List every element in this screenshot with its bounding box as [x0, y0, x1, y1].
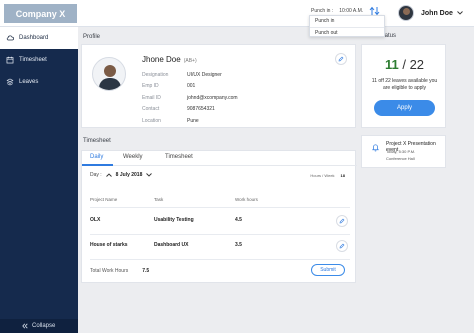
field-value: Pune — [187, 117, 199, 124]
leave-status-card: 11 / 22 11 off 22 leaves available you a… — [361, 44, 446, 128]
chevron-down-icon[interactable] — [146, 173, 153, 177]
pencil-icon — [339, 243, 345, 249]
profile-card: Jhone Doe (AB+) Designation UI/UX Designe… — [81, 44, 356, 128]
cell-task: Usability Testing — [154, 217, 194, 223]
date-selector: Day : 8 July 2018 — [90, 172, 153, 178]
divider — [90, 207, 350, 208]
cell-task: Dashboard UX — [154, 242, 189, 248]
collapse-button[interactable]: Collapse — [0, 319, 78, 333]
chevron-down-icon — [457, 11, 463, 15]
punch-status[interactable]: Punch in : 10:00 A.M. — [311, 8, 363, 14]
column-header: Task — [154, 197, 164, 202]
timesheet-tabs: Daily Weekly Timesheet — [82, 151, 357, 166]
field-value: 001 — [187, 83, 196, 90]
punch-out-option[interactable]: Punch out — [310, 27, 384, 38]
field-label: Emp ID — [142, 83, 159, 90]
top-bar: Company X Punch in : 10:00 A.M. John Doe — [0, 0, 474, 27]
field-value: 9087654321 — [187, 106, 215, 113]
leave-eligibility-text: 11 off 22 leaves available you are eligi… — [371, 78, 438, 91]
sidebar-item-leaves[interactable]: Leaves — [0, 71, 78, 93]
calendar-icon — [6, 56, 14, 64]
collapse-label: Collapse — [32, 323, 56, 329]
punch-time: 10:00 A.M. — [339, 8, 364, 14]
punch-dropdown: Punch in Punch out — [309, 15, 385, 37]
profile-avatar — [92, 57, 126, 91]
field-label: Email ID — [142, 94, 161, 101]
event-time: Today, 5:30 P.M. — [386, 149, 416, 154]
bell-icon — [372, 144, 379, 152]
user-menu[interactable]: John Doe — [398, 5, 463, 21]
total-work-hours: Total Work Hours 7.5 — [90, 268, 149, 274]
edit-row-button[interactable] — [336, 215, 348, 227]
field-label: Contact — [142, 106, 160, 113]
field-label: Location — [142, 117, 161, 124]
column-header: Work hours — [235, 197, 258, 202]
sidebar-item-dashboard[interactable]: Dashboard — [0, 27, 78, 49]
leave-count: 11 / 22 — [384, 57, 425, 72]
field-value: johnd@xcompany.com — [187, 94, 238, 101]
table-row: OLX Usability Testing 4.5 — [90, 210, 350, 232]
profile-row-designation: Designation UI/UX Designer — [142, 69, 238, 81]
apply-leave-button[interactable]: Apply — [374, 100, 435, 116]
avatar — [398, 5, 414, 21]
leaves-available: 11 — [384, 57, 399, 72]
user-name: John Doe — [421, 9, 453, 17]
sidebar-item-label: Leaves — [19, 79, 39, 85]
table-row: House of starks Dashboard UX 3.5 — [90, 235, 350, 257]
field-value: UI/UX Designer — [187, 71, 222, 78]
total-value: 7.5 — [142, 268, 150, 274]
leaves-icon — [6, 78, 14, 86]
profile-row-location: Location Pune — [142, 115, 238, 127]
column-header: Project Name — [90, 197, 118, 202]
profile-row-emp-id: Emp ID 001 — [142, 81, 238, 93]
punch-in-option[interactable]: Punch in — [310, 16, 384, 27]
pencil-icon — [339, 218, 345, 224]
timesheet-card: Daily Weekly Timesheet Day : 8 July 2018… — [81, 150, 357, 283]
edit-profile-button[interactable] — [335, 53, 347, 65]
blood-group: (AB+) — [183, 58, 197, 64]
cell-hours: 4.5 — [235, 217, 242, 223]
profile-section-title: Profile — [83, 34, 101, 40]
cloud-icon — [6, 35, 14, 41]
sidebar-item-label: Dashboard — [19, 35, 49, 41]
day-label: Day : — [90, 172, 102, 178]
tab-timesheet[interactable]: Timesheet — [165, 154, 193, 160]
active-tab-indicator — [82, 164, 113, 166]
profile-name: Jhone Doe (AB+) — [142, 55, 197, 64]
timesheet-section-title: Timesheet — [83, 138, 111, 144]
hours-value: 18 — [340, 173, 345, 178]
leaves-total: 22 — [409, 57, 425, 72]
divider — [90, 259, 350, 260]
sidebar-item-label: Timesheet — [19, 57, 47, 63]
profile-name-text: Jhone Doe — [142, 55, 181, 64]
field-label: Designation — [142, 71, 169, 78]
sidebar-item-timesheet[interactable]: Timesheet — [0, 49, 78, 71]
cell-hours: 3.5 — [235, 242, 242, 248]
submit-button[interactable]: Submit — [311, 264, 345, 276]
cell-project: OLX — [90, 217, 101, 223]
profile-row-email: Email ID johnd@xcompany.com — [142, 92, 238, 104]
event-card[interactable]: Project X Presentation event Today, 5:30… — [361, 135, 446, 168]
total-label: Total Work Hours — [90, 268, 129, 274]
hours-per-week: Hours / Week 18 — [310, 173, 345, 178]
pencil-icon — [338, 56, 344, 62]
sidebar: Dashboard Timesheet Leaves Collapse — [0, 27, 78, 333]
profile-fields: Designation UI/UX Designer Emp ID 001 Em… — [142, 69, 238, 127]
edit-row-button[interactable] — [336, 240, 348, 252]
cell-project: House of starks — [90, 242, 128, 248]
punch-label: Punch in : — [311, 8, 334, 14]
company-logo[interactable]: Company X — [4, 4, 77, 23]
profile-row-contact: Contact 9087654321 — [142, 104, 238, 116]
tab-weekly[interactable]: Weekly — [123, 154, 143, 160]
chevron-up-icon[interactable] — [105, 173, 112, 177]
hours-label: Hours / Week — [310, 173, 335, 178]
chevrons-left-icon — [22, 323, 28, 329]
event-place: Conference Hall — [386, 156, 415, 161]
tab-daily[interactable]: Daily — [90, 154, 103, 160]
selected-date[interactable]: 8 July 2018 — [116, 172, 143, 178]
